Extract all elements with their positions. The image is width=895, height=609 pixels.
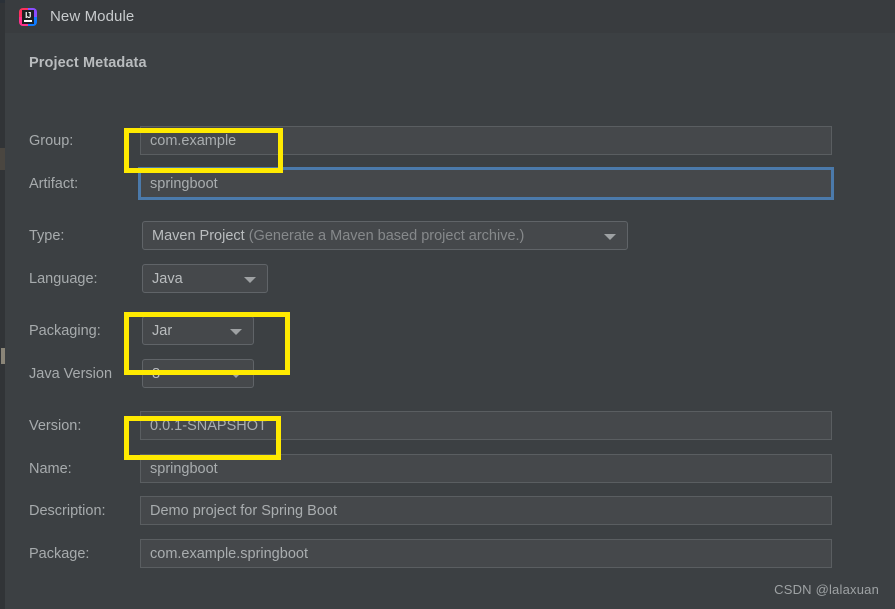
type-hint: (Generate a Maven based project archive.…: [248, 227, 525, 244]
label-description: Description:: [29, 503, 106, 519]
artifact-value: springboot: [150, 175, 218, 192]
annotation-box-artifact: [124, 128, 283, 173]
field-row-artifact: Artifact: springboot: [5, 169, 895, 199]
label-packaging: Packaging:: [29, 323, 101, 339]
dialog-titlebar: IJ New Module: [5, 0, 895, 33]
field-row-description: Description: Demo project for Spring Boo…: [5, 496, 895, 526]
package-input[interactable]: com.example.springboot: [140, 539, 832, 568]
label-version: Version:: [29, 418, 82, 434]
description-value: Demo project for Spring Boot: [150, 502, 337, 519]
field-row-type: Type: Maven Project (Generate a Maven ba…: [5, 221, 895, 251]
chevron-down-icon: [604, 233, 616, 240]
label-name: Name:: [29, 461, 72, 477]
description-input[interactable]: Demo project for Spring Boot: [140, 496, 832, 525]
name-value: springboot: [150, 460, 218, 477]
dialog-title: New Module: [50, 8, 135, 25]
label-artifact: Artifact:: [29, 176, 79, 192]
annotation-box-java-version: [124, 312, 290, 375]
intellij-idea-icon: IJ: [19, 7, 37, 26]
package-value: com.example.springboot: [150, 545, 308, 562]
label-package: Package:: [29, 546, 90, 562]
type-value: Maven Project (Generate a Maven based pr…: [152, 227, 525, 244]
label-java-version: Java Version: [29, 366, 113, 382]
label-language: Language:: [29, 271, 98, 287]
field-row-package: Package: com.example.springboot: [5, 539, 895, 569]
artifact-input[interactable]: springboot: [140, 169, 832, 198]
field-row-language: Language: Java: [5, 264, 895, 294]
chevron-down-icon: [244, 276, 256, 283]
label-type: Type:: [29, 228, 65, 244]
annotation-box-name: [124, 416, 281, 460]
language-dropdown[interactable]: Java: [142, 264, 268, 293]
new-module-dialog: IJ New Module Project Metadata Group: co…: [0, 0, 895, 609]
type-dropdown[interactable]: Maven Project (Generate a Maven based pr…: [142, 221, 628, 250]
language-value: Java: [152, 270, 183, 287]
label-group: Group:: [29, 133, 74, 149]
section-title: Project Metadata: [29, 55, 147, 71]
watermark: CSDN @lalaxuan: [774, 582, 879, 597]
